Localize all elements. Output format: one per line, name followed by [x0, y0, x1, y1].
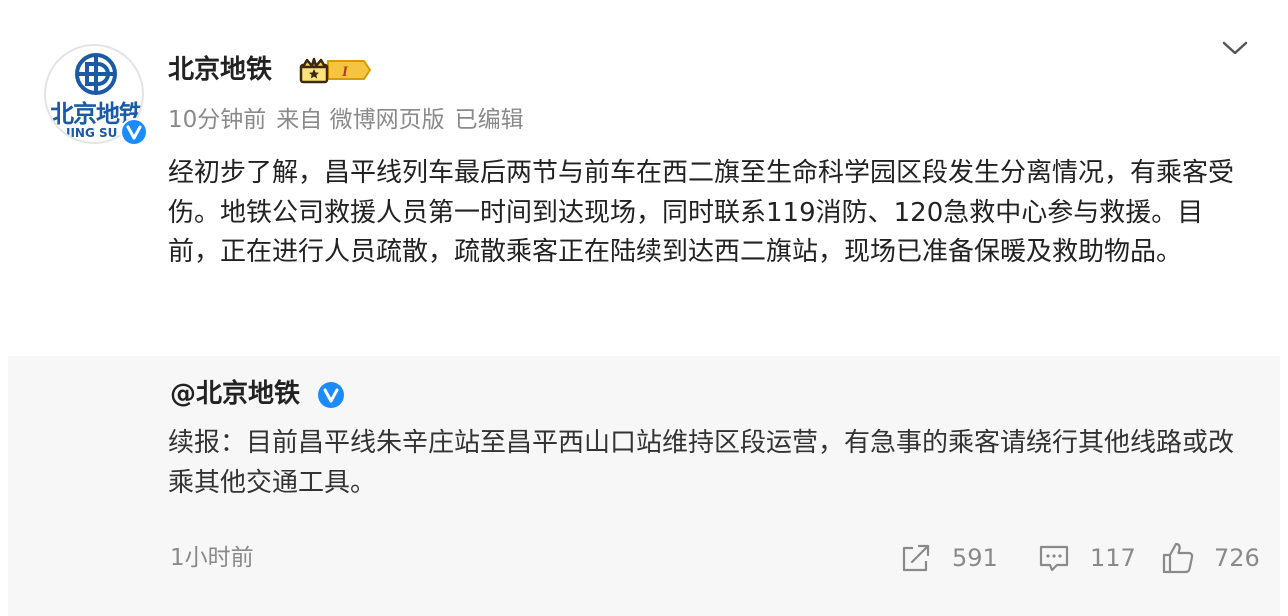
quoted-post[interactable]: @北京地铁 续报：目前昌平线朱辛庄站至昌平西山口站维持区段运营，有急事的乘客请绕… [8, 356, 1280, 616]
comment-button[interactable]: 117 [1036, 540, 1136, 576]
avatar-logo-subtext: JING SU [66, 126, 118, 140]
repost-icon [902, 544, 930, 572]
post-text: 经初步了解，昌平线列车最后两节与前车在西二旗至生命科学园区段发生分离情况，有乘客… [168, 158, 1235, 267]
chevron-down-icon[interactable] [1220, 36, 1250, 60]
crown-level-badge-icon[interactable]: I [298, 56, 374, 84]
thumbs-up-icon [1162, 542, 1194, 574]
beijing-subway-logo-icon [75, 53, 117, 95]
post-meta: 10分钟前 来自 微博网页版 已编辑 [168, 104, 534, 136]
post-time[interactable]: 10分钟前 [168, 107, 266, 133]
comment-icon [1039, 545, 1069, 572]
verified-check-icon [318, 382, 344, 408]
edited-label[interactable]: 已编辑 [455, 107, 524, 133]
post-source: 来自 微博网页版 [276, 107, 445, 133]
quoted-text: 续报：目前昌平线朱辛庄站至昌平西山口站维持区段运营，有急事的乘客请绕行其他线路或… [168, 428, 1235, 498]
repost-button[interactable]: 591 [898, 540, 998, 576]
comment-count: 117 [1090, 544, 1136, 572]
verified-check-icon [120, 118, 148, 146]
repost-count: 591 [952, 544, 998, 572]
like-count: 726 [1214, 544, 1260, 572]
weibo-post-card: 北京地铁 JING SU 北京地铁 I 10分钟前 来自 微博网页版 已编辑 经初步… [0, 0, 1288, 616]
quoted-author[interactable]: @北京地铁 [170, 376, 300, 412]
quoted-time[interactable]: 1小时前 [170, 542, 254, 574]
level-badge-text: I [341, 64, 349, 80]
like-button[interactable]: 726 [1160, 540, 1260, 576]
username[interactable]: 北京地铁 [168, 52, 272, 88]
